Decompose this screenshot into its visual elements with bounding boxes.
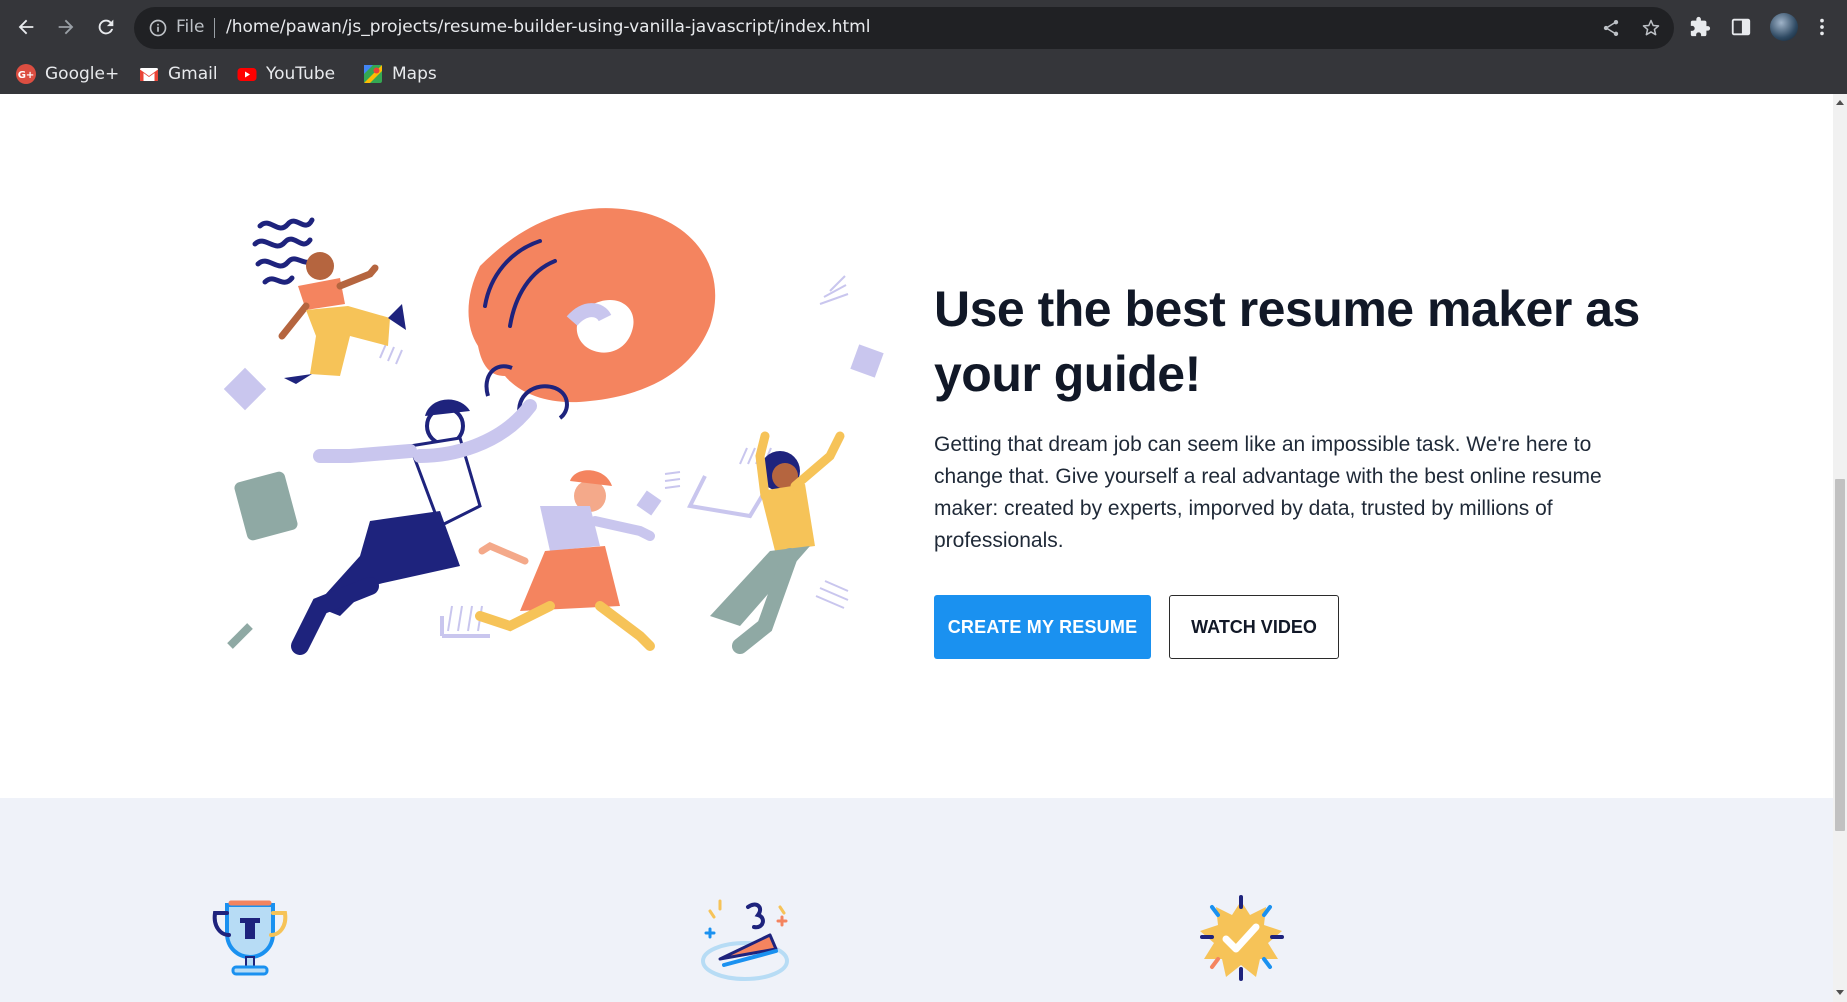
create-resume-button[interactable]: CREATE MY RESUME — [934, 595, 1151, 659]
scroll-down-arrow-icon[interactable] — [1836, 990, 1844, 995]
bookmark-label: Google+ — [45, 64, 120, 84]
pie-slice-icon — [701, 899, 789, 981]
divider — [214, 18, 215, 38]
bookmark-maps[interactable]: Maps — [363, 58, 437, 90]
bookmark-label: YouTube — [266, 64, 336, 84]
bookmark-youtube[interactable]: YouTube — [237, 58, 335, 90]
bookmark-star-icon[interactable] — [1641, 18, 1661, 38]
google-plus-icon: G+ — [16, 64, 36, 84]
more-menu-icon[interactable] — [1811, 16, 1833, 38]
maps-icon — [364, 65, 382, 83]
share-icon[interactable] — [1601, 18, 1621, 38]
hero-title: Use the best resume maker as your guide! — [934, 281, 1640, 402]
hero-illustration — [223, 208, 884, 655]
features-section — [0, 798, 1833, 1002]
youtube-icon — [237, 68, 257, 81]
vertical-scrollbar[interactable] — [1833, 94, 1847, 1002]
svg-text:G+: G+ — [18, 70, 35, 81]
extensions-puzzle-icon[interactable] — [1689, 16, 1711, 38]
side-panel-icon[interactable] — [1730, 16, 1752, 38]
bookmark-label: Gmail — [168, 64, 218, 84]
forward-button[interactable] — [49, 10, 83, 44]
verified-badge-icon — [1200, 895, 1284, 981]
hero-description: Getting that dream job can seem like an … — [934, 433, 1602, 552]
bookmarks-bar: G+ Google+ Gmail YouTube Maps — [0, 54, 1847, 94]
profile-avatar[interactable] — [1770, 13, 1798, 41]
url-text[interactable]: /home/pawan/js_projects/resume-builder-u… — [226, 17, 870, 37]
arrow-left-icon — [18, 19, 34, 35]
scheme-label: File — [176, 17, 205, 37]
address-bar[interactable]: File /home/pawan/js_projects/resume-buil… — [134, 7, 1674, 49]
reload-icon — [98, 19, 114, 35]
browser-chrome: File /home/pawan/js_projects/resume-buil… — [0, 0, 1847, 94]
page-viewport: Use the best resume maker as your guide!… — [0, 94, 1833, 1002]
bookmark-google-plus[interactable]: G+ Google+ — [16, 58, 119, 90]
bookmark-gmail[interactable]: Gmail — [139, 58, 218, 90]
browser-toolbar: File /home/pawan/js_projects/resume-buil… — [0, 0, 1847, 54]
arrow-right-icon — [58, 19, 74, 35]
back-button[interactable] — [9, 10, 43, 44]
bookmark-label: Maps — [392, 64, 437, 84]
info-icon[interactable] — [148, 18, 168, 38]
trophy-icon — [212, 900, 288, 976]
scroll-up-arrow-icon[interactable] — [1836, 100, 1844, 105]
scroll-thumb[interactable] — [1835, 479, 1845, 831]
gmail-icon — [140, 68, 158, 81]
watch-video-button[interactable]: WATCH VIDEO — [1169, 595, 1339, 659]
reload-button[interactable] — [89, 10, 123, 44]
